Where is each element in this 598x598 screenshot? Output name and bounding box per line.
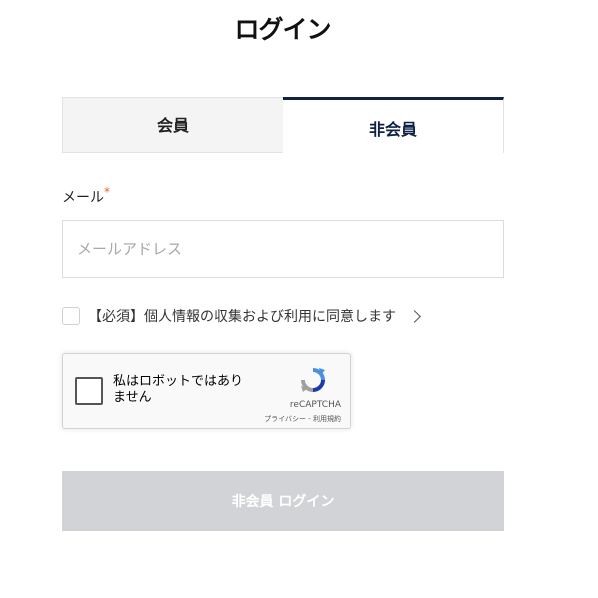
consent-checkbox[interactable]: [62, 307, 80, 325]
tab-guest[interactable]: 非会員: [283, 97, 504, 153]
email-label: メール*: [62, 185, 110, 207]
recaptcha-logo-icon: [301, 368, 325, 392]
tab-member[interactable]: 会員: [62, 97, 283, 153]
consent-text[interactable]: 【必須】個人情報の収集および利用に同意します: [88, 306, 396, 326]
chevron-right-icon[interactable]: [408, 309, 421, 323]
login-page: ログイン 会員 非会員 メール* 【必須】個人情報の収集および利用に同意します …: [0, 0, 598, 598]
guest-login-button[interactable]: 非会員 ログイン: [62, 471, 504, 531]
recaptcha-widget: 私はロボットではありません reCAPTCHA プライバシー - 利用規約: [62, 353, 351, 429]
required-mark: *: [104, 185, 110, 199]
consent-row[interactable]: 【必須】個人情報の収集および利用に同意します: [62, 305, 421, 327]
page-title: ログイン: [234, 15, 331, 44]
login-tabs: 会員 非会員: [62, 97, 504, 153]
email-label-text: メール: [62, 190, 104, 206]
recaptcha-brand: reCAPTCHA: [289, 400, 341, 410]
recaptcha-checkbox[interactable]: [75, 377, 103, 405]
recaptcha-links[interactable]: プライバシー - 利用規約: [233, 414, 341, 424]
email-field[interactable]: [62, 220, 504, 278]
recaptcha-label: 私はロボットではありません: [113, 374, 244, 405]
